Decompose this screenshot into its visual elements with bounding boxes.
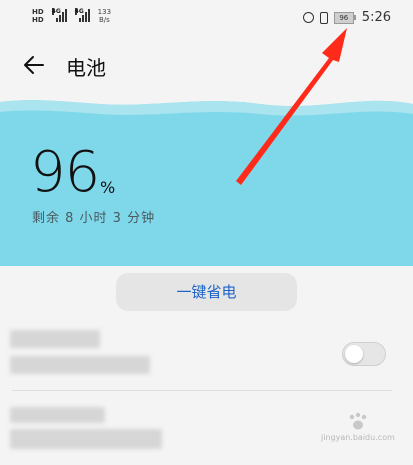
speed-unit: B/s	[98, 16, 110, 24]
signal-1-icon: 4G	[51, 8, 67, 22]
net1-label: 4G	[51, 8, 61, 15]
page-title: 电池	[66, 56, 106, 80]
net2-label: 4G	[74, 8, 84, 15]
battery-level-card: 96 % 剩余 8 小时 3 分钟	[0, 90, 413, 266]
blurred-subtitle	[10, 356, 150, 374]
signal-2-icon: 4G	[74, 8, 90, 22]
watermark: jingyan.baidu.com	[321, 410, 395, 450]
power-save-button[interactable]: 一键省电	[116, 273, 297, 311]
status-left: HD HD 4G 4G 133 B/s	[32, 8, 111, 24]
battery-percent: 96	[30, 140, 100, 205]
sim2-badge: HD	[32, 16, 44, 24]
watermark-text: jingyan.baidu.com	[321, 433, 395, 442]
divider	[12, 390, 392, 391]
status-bar: HD HD 4G 4G 133 B/s 96 5:26	[0, 0, 413, 40]
speed-value: 133	[97, 8, 112, 16]
blurred-title	[10, 330, 100, 348]
sim1-badge: HD	[32, 8, 44, 16]
paw-logo-icon	[349, 412, 367, 430]
app-header: 电池	[0, 40, 413, 90]
battery-icon-level: 96	[333, 11, 354, 24]
battery-icon: 96	[333, 11, 356, 24]
network-speed: 133 B/s	[98, 8, 111, 24]
remaining-time: 剩余 8 小时 3 分钟	[32, 211, 156, 226]
battery-percent-unit: %	[100, 178, 116, 197]
clock: 5:26	[361, 10, 391, 25]
sim-badges: HD HD	[32, 8, 44, 24]
alarm-icon	[302, 12, 314, 23]
vibrate-icon	[319, 11, 328, 24]
blurred-subtitle	[10, 429, 162, 449]
status-right: 96 5:26	[302, 10, 391, 25]
toggle-knob	[345, 345, 363, 363]
arrow-left-icon[interactable]	[22, 53, 46, 77]
setting-toggle[interactable]	[342, 342, 386, 366]
blurred-title	[10, 407, 105, 423]
